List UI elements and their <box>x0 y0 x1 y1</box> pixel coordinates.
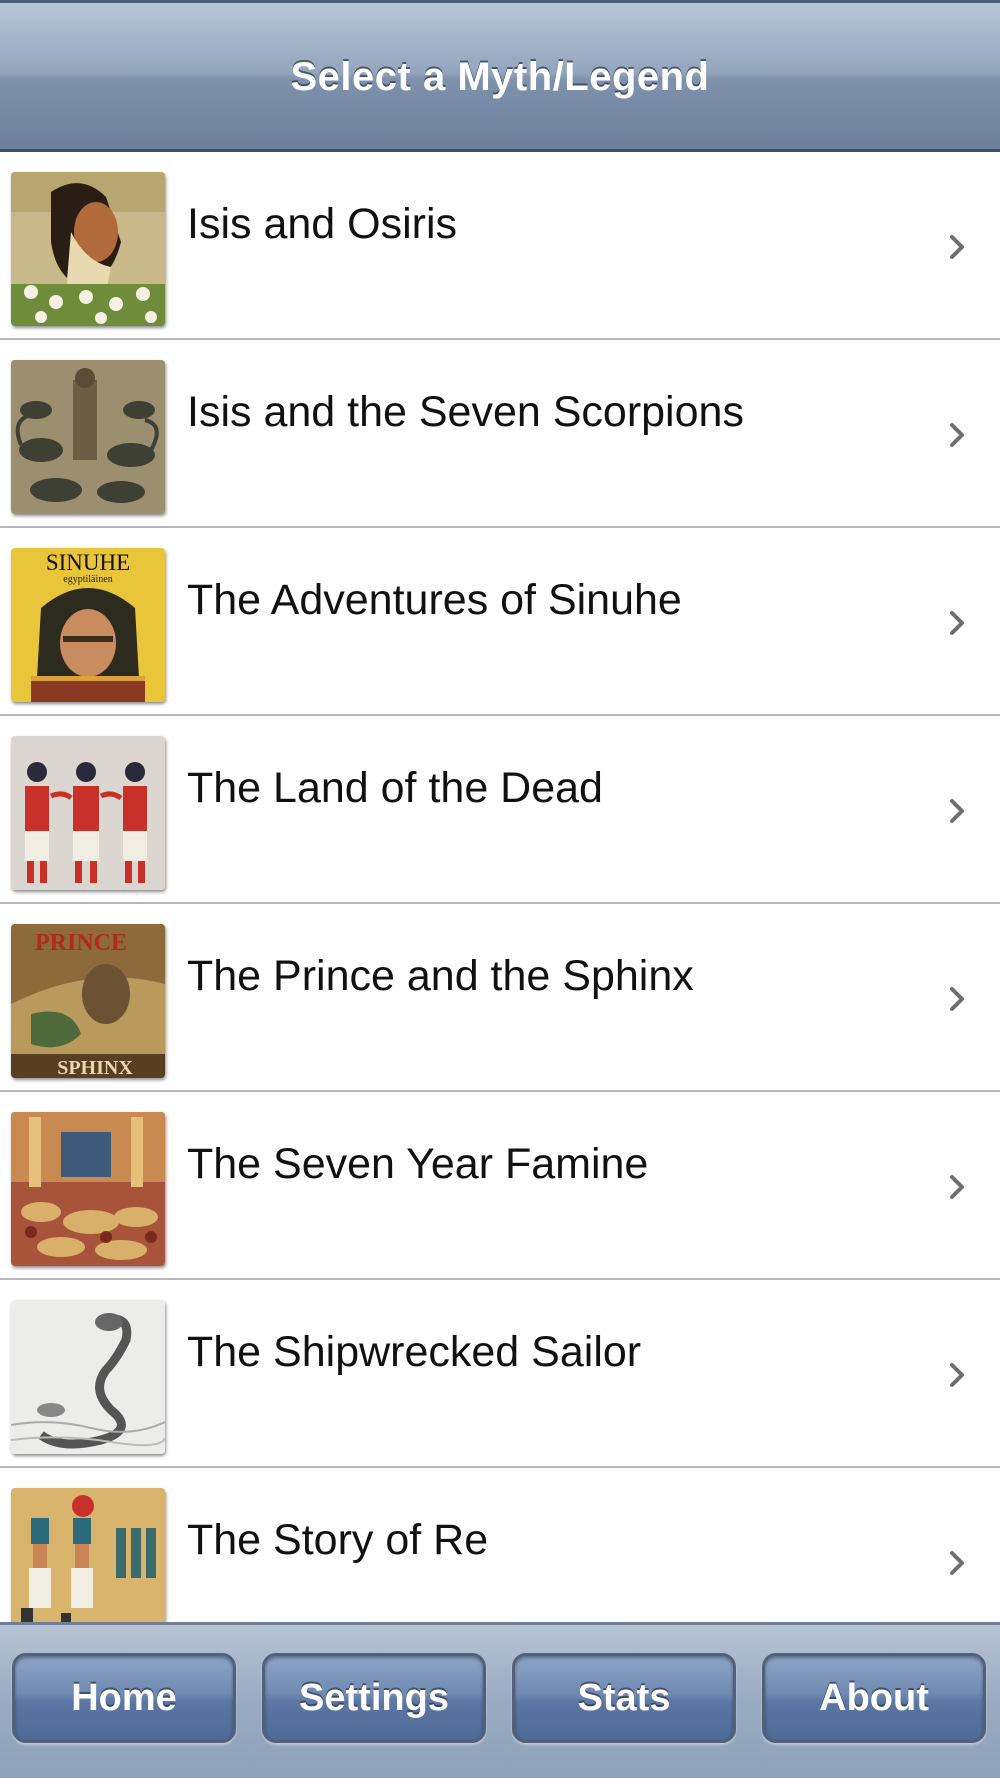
list-item-label: Isis and the Seven Scorpions <box>187 388 744 436</box>
list-item[interactable]: The Shipwrecked Sailor <box>0 1280 1000 1468</box>
list-item[interactable]: PRINCE SPHINX The Prince and the Sphinx <box>0 904 1000 1092</box>
famine-scene-image <box>11 1112 165 1266</box>
cover-subtitle-text: egyptiläinen <box>63 574 112 585</box>
list-item-label: Isis and Osiris <box>187 200 458 248</box>
chevron-right-icon <box>950 423 964 447</box>
list-item[interactable]: Isis and the Seven Scorpions <box>0 340 1000 528</box>
home-button[interactable]: Home <box>12 1653 236 1743</box>
cover-title-text: SINUHE <box>46 550 130 575</box>
chevron-right-icon <box>950 1175 964 1199</box>
egyptian-gods-wall-painting-image <box>11 736 165 890</box>
chevron-right-icon <box>950 1363 964 1387</box>
list-item[interactable]: Isis and Osiris <box>0 152 1000 340</box>
chevron-right-icon <box>950 987 964 1011</box>
chevron-right-icon <box>950 1551 964 1575</box>
list-item-label: The Adventures of Sinuhe <box>187 576 682 624</box>
chevron-right-icon <box>950 235 964 259</box>
list-item-label: The Seven Year Famine <box>187 1140 649 1188</box>
re-wall-painting-image <box>11 1488 165 1622</box>
cover-subtitle-text: SPHINX <box>57 1057 133 1078</box>
cover-title-text: PRINCE <box>35 930 127 956</box>
chevron-right-icon <box>950 799 964 823</box>
list-item-label: The Land of the Dead <box>187 764 603 812</box>
bottom-toolbar: Home Settings Stats About <box>0 1622 1000 1778</box>
about-button[interactable]: About <box>762 1653 986 1743</box>
list-item-label: The Shipwrecked Sailor <box>187 1328 642 1376</box>
list-item-label: The Prince and the Sphinx <box>187 952 694 1000</box>
page-title: Select a Myth/Legend <box>290 55 710 99</box>
settings-button[interactable]: Settings <box>262 1653 486 1743</box>
sinuhe-book-cover-image: SINUHE egyptiläinen <box>11 548 165 702</box>
scorpions-image <box>11 360 165 514</box>
navigation-bar: Select a Myth/Legend <box>0 0 1000 152</box>
list-item-label: The Story of Re <box>187 1516 489 1564</box>
chevron-right-icon <box>950 611 964 635</box>
list-item[interactable]: SINUHE egyptiläinen The Adventures of Si… <box>0 528 1000 716</box>
lovers-with-flowers-image <box>11 172 165 326</box>
myth-list[interactable]: Isis and Osiris Isis and the Seven Scorp… <box>0 152 1000 1622</box>
prince-sphinx-cover-image: PRINCE SPHINX <box>11 924 165 1078</box>
list-item[interactable]: The Seven Year Famine <box>0 1092 1000 1280</box>
list-item[interactable]: The Land of the Dead <box>0 716 1000 904</box>
list-item[interactable]: The Story of Re <box>0 1468 1000 1622</box>
stats-button[interactable]: Stats <box>512 1653 736 1743</box>
serpent-sketch-image <box>11 1300 165 1454</box>
